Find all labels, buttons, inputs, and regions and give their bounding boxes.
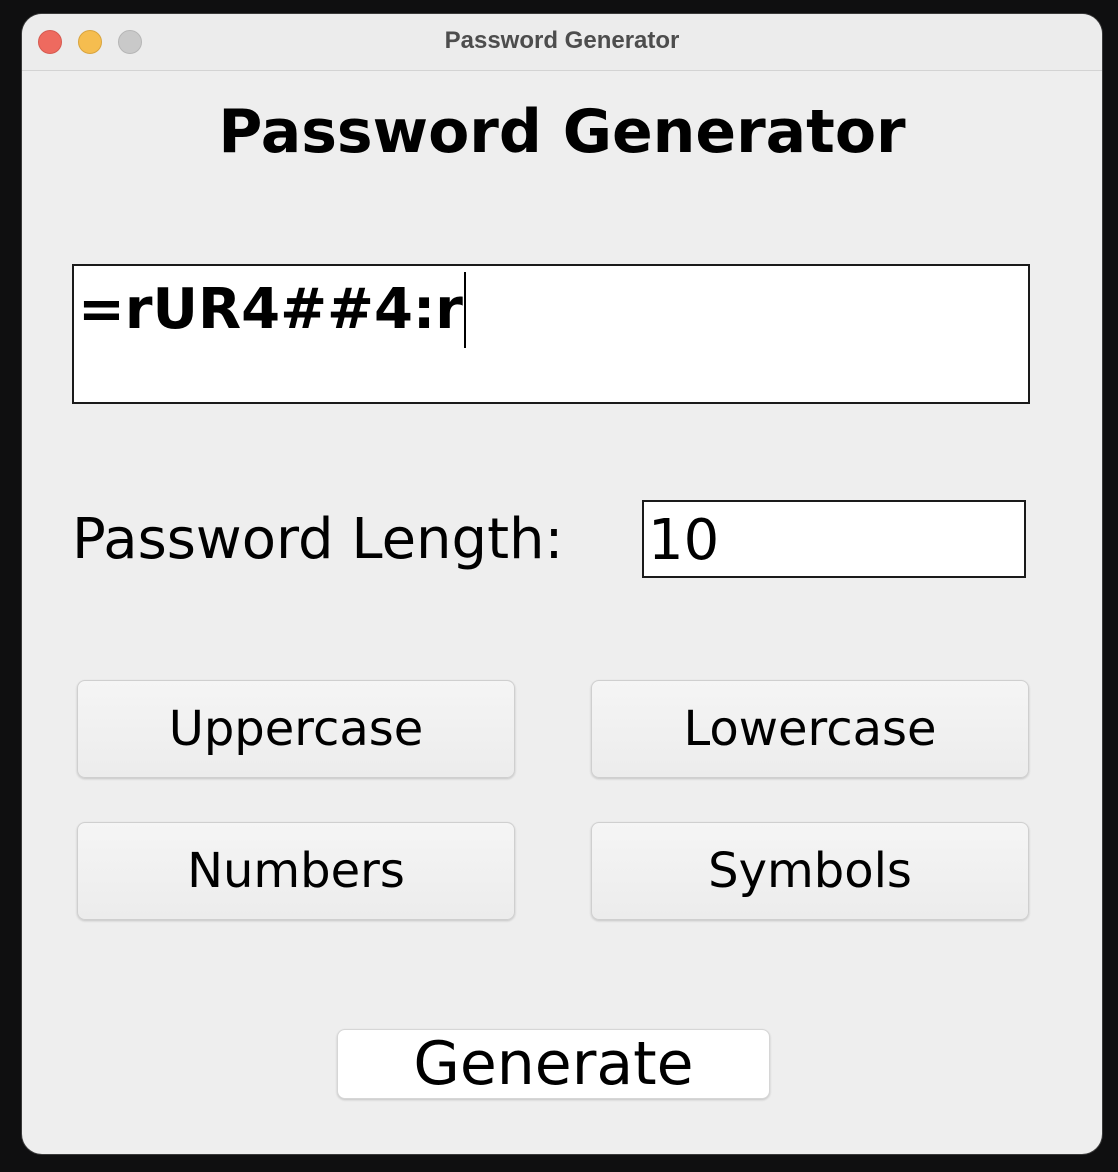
password-output-text: =rUR4##4:r — [78, 277, 463, 342]
symbols-button[interactable]: Symbols — [591, 822, 1029, 920]
generate-button[interactable]: Generate — [337, 1029, 770, 1099]
numbers-button[interactable]: Numbers — [77, 822, 515, 920]
app-window: Password Generator Password Generator =r… — [22, 14, 1102, 1154]
page-title: Password Generator — [218, 97, 906, 167]
password-length-value: 10 — [648, 508, 720, 573]
uppercase-button[interactable]: Uppercase — [77, 680, 515, 778]
text-caret — [463, 272, 466, 348]
lowercase-button[interactable]: Lowercase — [591, 680, 1029, 778]
password-length-input[interactable]: 10 — [642, 500, 1026, 578]
password-output-value: =rUR4##4:r — [78, 272, 466, 348]
window-title: Password Generator — [444, 27, 680, 54]
password-output-field[interactable]: =rUR4##4:r — [72, 264, 1030, 404]
password-length-label: Password Length: — [72, 507, 564, 572]
title-bar[interactable]: Password Generator — [22, 14, 1102, 71]
